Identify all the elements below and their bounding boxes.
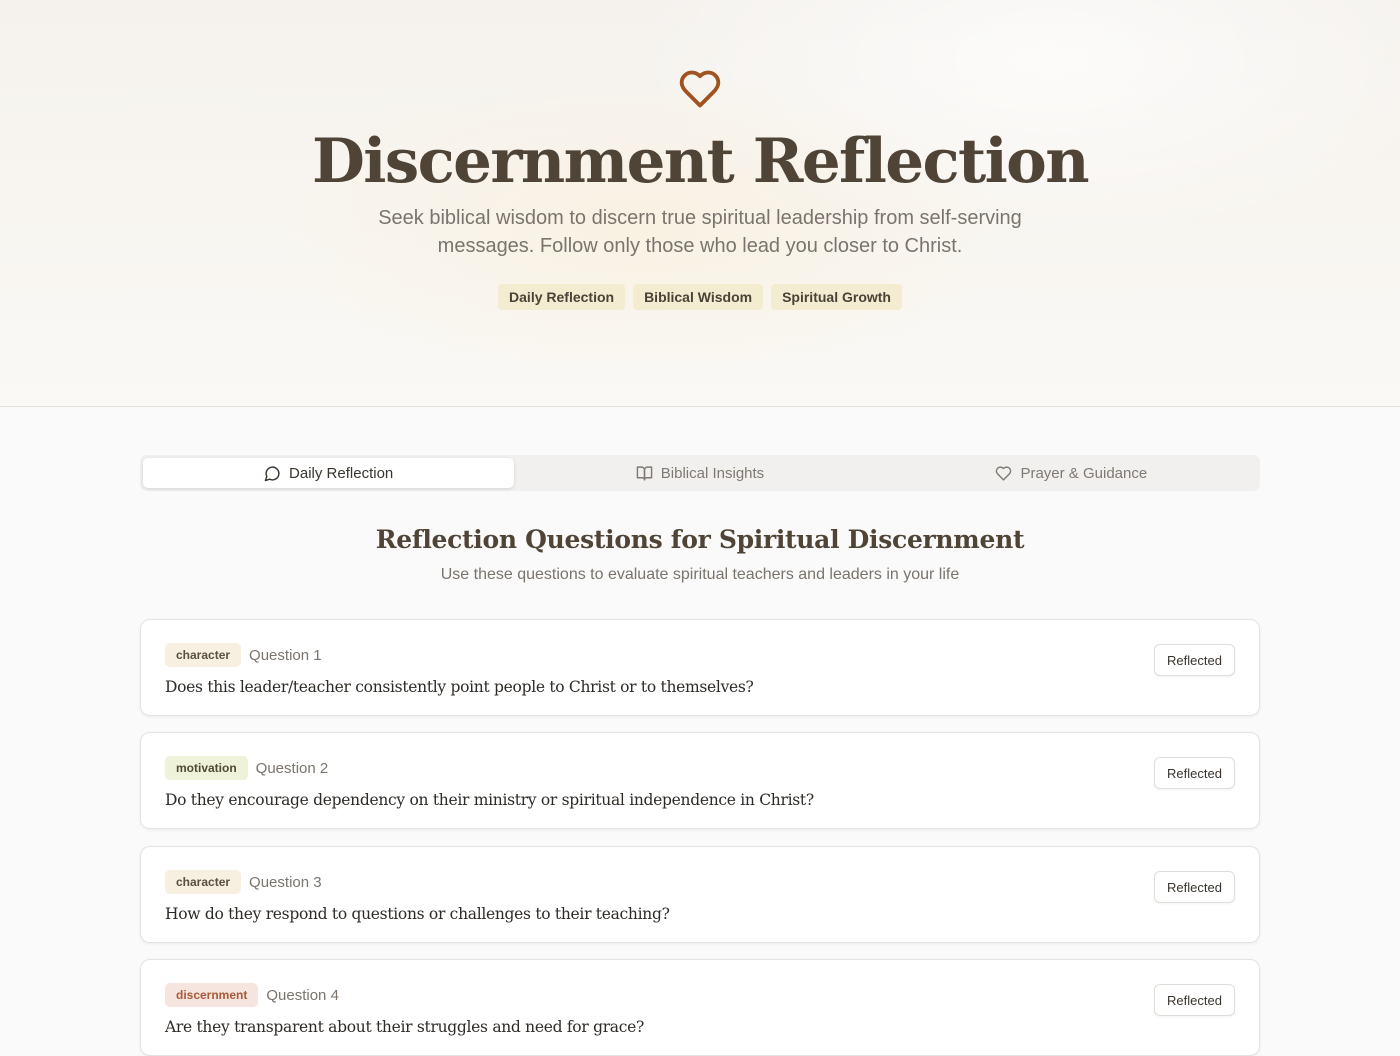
tag-spiritual-growth: Spiritual Growth	[771, 284, 902, 310]
question-meta: discernment Question 4	[165, 983, 339, 1007]
category-badge: discernment	[165, 983, 259, 1007]
book-open-icon	[636, 465, 653, 481]
reflected-button[interactable]: Reflected	[1154, 757, 1235, 789]
question-card: character Question 1 Does this leader/te…	[140, 619, 1260, 716]
tag-biblical-wisdom: Biblical Wisdom	[633, 284, 764, 310]
tab-label: Prayer & Guidance	[1020, 464, 1148, 482]
tab-label: Daily Reflection	[289, 464, 394, 482]
question-number: Question 3	[249, 873, 322, 891]
question-card: motivation Question 2 Do they encourage …	[140, 732, 1260, 829]
tab-prayer-guidance[interactable]: Prayer & Guidance	[886, 458, 1257, 488]
question-text: How do they respond to questions or chal…	[165, 905, 670, 923]
question-meta: character Question 3	[165, 870, 322, 894]
question-card: character Question 3 How do they respond…	[140, 846, 1260, 943]
tag-daily-reflection: Daily Reflection	[498, 284, 626, 310]
question-meta: character Question 1	[165, 643, 322, 667]
section-subtitle: Use these questions to evaluate spiritua…	[440, 566, 960, 583]
reflected-button[interactable]: Reflected	[1154, 984, 1235, 1016]
page-title: Discernment Reflection	[311, 126, 1090, 197]
tab-label: Biblical Insights	[660, 464, 765, 482]
hero-section: Discernment Reflection Seek biblical wis…	[0, 0, 1400, 407]
question-meta: motivation Question 2	[165, 756, 328, 780]
tab-biblical-insights[interactable]: Biblical Insights	[514, 458, 885, 488]
question-text: Are they transparent about their struggl…	[165, 1018, 645, 1036]
question-text: Does this leader/teacher consistently po…	[165, 678, 754, 696]
question-card: discernment Question 4 Are they transpar…	[140, 959, 1260, 1056]
heart-icon	[996, 465, 1012, 481]
category-badge: motivation	[165, 756, 248, 780]
category-badge: character	[165, 643, 242, 667]
page-subtitle: Seek biblical wisdom to discern true spi…	[378, 207, 1022, 257]
hero-tags: Daily Reflection Biblical Wisdom Spiritu…	[0, 284, 1400, 310]
message-circle-icon	[264, 465, 280, 481]
category-badge: character	[165, 870, 242, 894]
reflected-button[interactable]: Reflected	[1154, 871, 1235, 903]
heart-icon	[679, 70, 721, 108]
section-title: Reflection Questions for Spiritual Disce…	[375, 525, 1025, 554]
tab-daily-reflection[interactable]: Daily Reflection	[143, 458, 515, 488]
tab-bar: Daily Reflection Biblical Insights Praye…	[140, 455, 1260, 491]
question-number: Question 2	[255, 759, 329, 777]
question-number: Question 1	[249, 646, 322, 664]
question-text: Do they encourage dependency on their mi…	[165, 791, 814, 809]
question-number: Question 4	[266, 986, 339, 1004]
reflected-button[interactable]: Reflected	[1154, 644, 1235, 676]
